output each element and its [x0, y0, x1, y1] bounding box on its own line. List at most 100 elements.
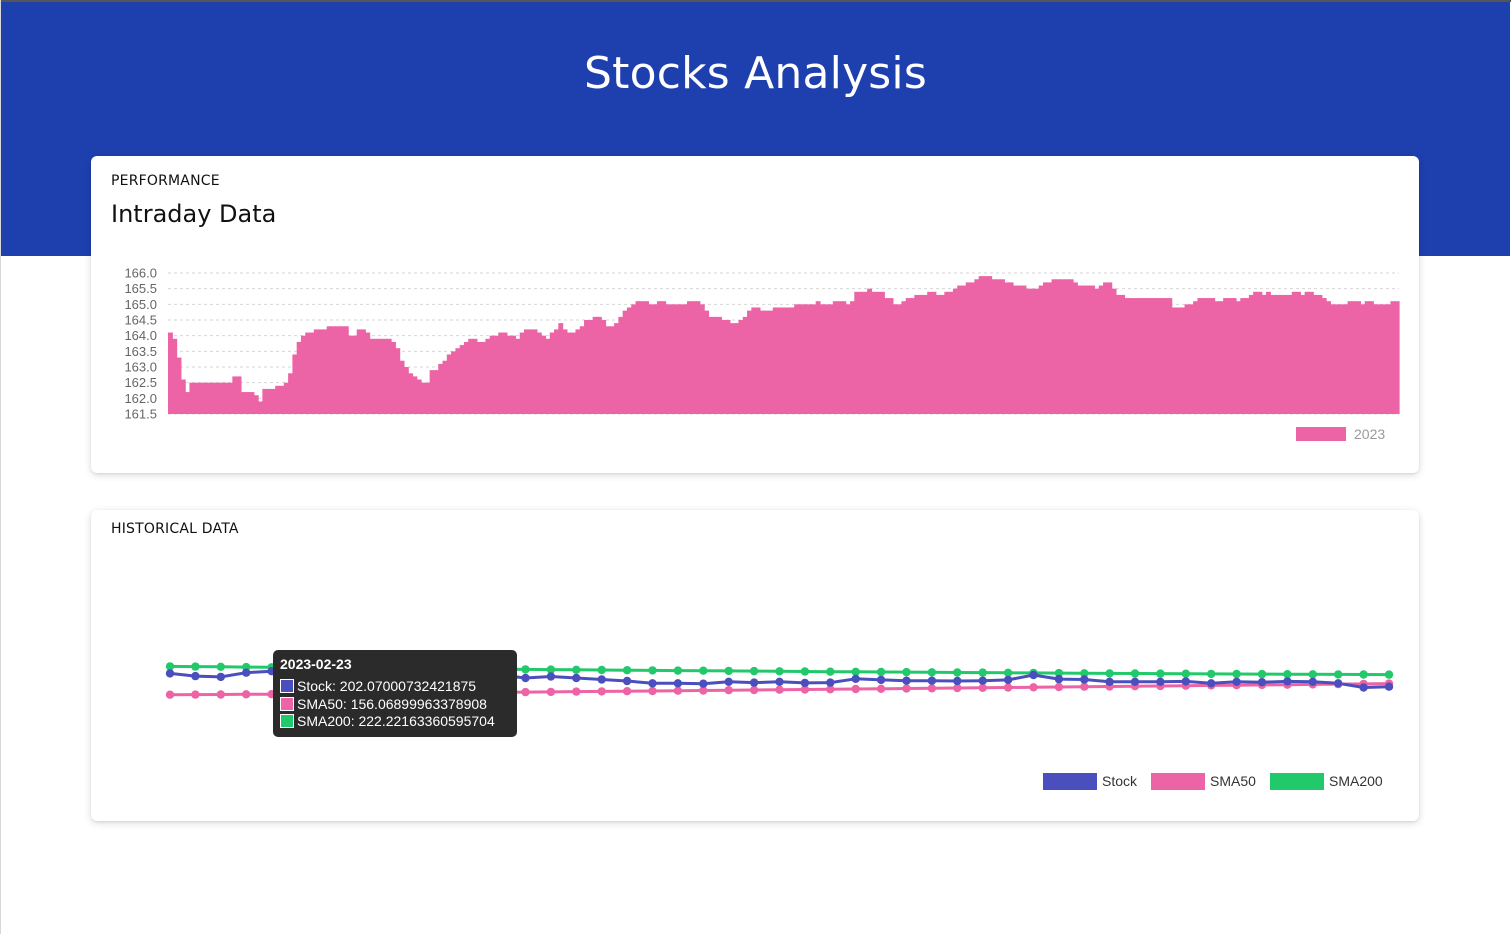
data-point-sma200[interactable] — [1257, 669, 1267, 679]
data-point-sma50[interactable] — [775, 685, 784, 694]
legend-swatch-stock[interactable] — [1043, 773, 1097, 790]
data-point-sma50[interactable] — [724, 686, 733, 695]
data-point-stock[interactable] — [1054, 674, 1064, 684]
data-point-sma200[interactable] — [572, 665, 581, 674]
intraday-legend[interactable]: 2023 — [1296, 426, 1385, 442]
legend-swatch-sma50[interactable] — [1151, 773, 1205, 790]
data-point-sma50[interactable] — [521, 687, 530, 697]
data-point-stock[interactable] — [1105, 677, 1114, 686]
data-point-stock[interactable] — [1207, 679, 1216, 688]
legend-label-sma50[interactable]: SMA50 — [1210, 773, 1256, 789]
data-point-sma200[interactable] — [597, 665, 606, 675]
data-point-sma200[interactable] — [775, 667, 784, 676]
data-point-stock[interactable] — [749, 678, 759, 687]
legend-swatch-2023[interactable] — [1296, 427, 1346, 441]
data-point-sma200[interactable] — [1359, 670, 1368, 679]
data-point-sma200[interactable] — [648, 666, 657, 675]
data-point-sma200[interactable] — [1308, 670, 1318, 679]
data-point-sma200[interactable] — [1283, 670, 1292, 679]
data-point-stock[interactable] — [876, 675, 886, 685]
data-point-stock[interactable] — [546, 672, 556, 681]
data-point-stock[interactable] — [673, 679, 683, 688]
data-point-stock[interactable] — [1130, 677, 1140, 686]
data-point-sma50[interactable] — [165, 690, 175, 699]
data-point-sma200[interactable] — [1334, 670, 1343, 679]
data-point-sma200[interactable] — [902, 667, 911, 677]
legend-swatch-sma200[interactable] — [1270, 773, 1324, 790]
data-point-sma50[interactable] — [1054, 682, 1064, 692]
legend-label-2023[interactable]: 2023 — [1354, 426, 1385, 442]
data-point-stock[interactable] — [1029, 670, 1038, 680]
data-point-sma200[interactable] — [673, 666, 683, 675]
data-point-sma200[interactable] — [1105, 669, 1114, 678]
data-point-sma50[interactable] — [749, 685, 759, 695]
data-point-sma50[interactable] — [622, 687, 632, 696]
data-point-stock[interactable] — [724, 677, 733, 686]
data-point-stock[interactable] — [1334, 679, 1343, 688]
data-point-stock[interactable] — [978, 676, 987, 685]
data-point-sma50[interactable] — [876, 684, 886, 693]
data-point-sma200[interactable] — [216, 662, 225, 671]
data-point-sma200[interactable] — [876, 667, 886, 677]
data-point-stock[interactable] — [622, 676, 632, 686]
data-point-sma50[interactable] — [1029, 683, 1038, 692]
data-point-sma200[interactable] — [1156, 669, 1165, 678]
data-point-stock[interactable] — [1308, 677, 1318, 686]
data-point-sma50[interactable] — [927, 684, 937, 693]
data-point-stock[interactable] — [1283, 677, 1292, 686]
data-point-stock[interactable] — [1232, 677, 1241, 686]
data-point-sma50[interactable] — [597, 687, 606, 696]
data-point-sma200[interactable] — [953, 668, 962, 677]
historical-chart[interactable]: Stock SMA50 SMA200 2023-02-23 Stock: 202… — [91, 510, 1419, 821]
data-point-sma200[interactable] — [927, 668, 937, 677]
data-point-sma50[interactable] — [242, 690, 251, 699]
data-point-stock[interactable] — [1181, 677, 1191, 686]
legend-label-stock[interactable]: Stock — [1102, 773, 1138, 789]
data-point-stock[interactable] — [648, 679, 657, 688]
data-point-stock[interactable] — [191, 671, 200, 681]
data-point-stock[interactable] — [572, 673, 581, 683]
data-point-stock[interactable] — [800, 678, 810, 688]
data-point-stock[interactable] — [902, 676, 911, 685]
data-point-sma50[interactable] — [673, 686, 683, 695]
data-point-stock[interactable] — [242, 668, 251, 677]
data-point-stock[interactable] — [1080, 675, 1089, 684]
data-point-sma50[interactable] — [1003, 683, 1013, 692]
data-point-sma200[interactable] — [1130, 669, 1140, 678]
data-point-sma200[interactable] — [978, 668, 987, 677]
data-point-stock[interactable] — [1257, 678, 1267, 687]
data-point-sma200[interactable] — [1384, 670, 1394, 679]
data-point-stock[interactable] — [597, 675, 606, 684]
data-point-sma200[interactable] — [622, 666, 632, 675]
data-point-sma200[interactable] — [521, 665, 530, 674]
data-point-sma50[interactable] — [902, 684, 911, 693]
data-point-stock[interactable] — [1384, 682, 1394, 691]
data-point-stock[interactable] — [1359, 683, 1368, 692]
data-point-sma200[interactable] — [800, 667, 810, 676]
data-point-stock[interactable] — [1156, 677, 1165, 686]
data-point-sma200[interactable] — [826, 667, 835, 676]
data-point-sma50[interactable] — [851, 684, 860, 694]
data-point-stock[interactable] — [927, 676, 937, 685]
data-point-stock[interactable] — [775, 677, 784, 686]
data-point-sma50[interactable] — [191, 690, 200, 699]
data-point-stock[interactable] — [699, 679, 708, 688]
data-point-sma200[interactable] — [1207, 669, 1216, 679]
data-point-sma50[interactable] — [546, 687, 556, 697]
intraday-chart[interactable]: 166.0 165.5 165.0 164.5 164.0 163.5 163.… — [91, 156, 1419, 473]
data-point-sma50[interactable] — [216, 690, 225, 699]
data-point-stock[interactable] — [851, 674, 860, 683]
data-point-sma200[interactable] — [749, 666, 759, 676]
data-point-stock[interactable] — [826, 678, 835, 687]
legend-label-sma200[interactable]: SMA200 — [1329, 773, 1383, 789]
data-point-sma200[interactable] — [191, 662, 200, 671]
data-point-stock[interactable] — [216, 672, 225, 682]
data-point-sma200[interactable] — [699, 666, 708, 675]
data-point-sma50[interactable] — [1080, 682, 1089, 691]
data-point-sma200[interactable] — [724, 666, 733, 676]
data-point-sma200[interactable] — [1232, 669, 1241, 679]
data-point-stock[interactable] — [953, 676, 962, 686]
data-point-sma50[interactable] — [648, 686, 657, 696]
data-point-stock[interactable] — [1003, 675, 1013, 685]
historical-legend[interactable]: Stock SMA50 SMA200 — [1043, 773, 1383, 790]
